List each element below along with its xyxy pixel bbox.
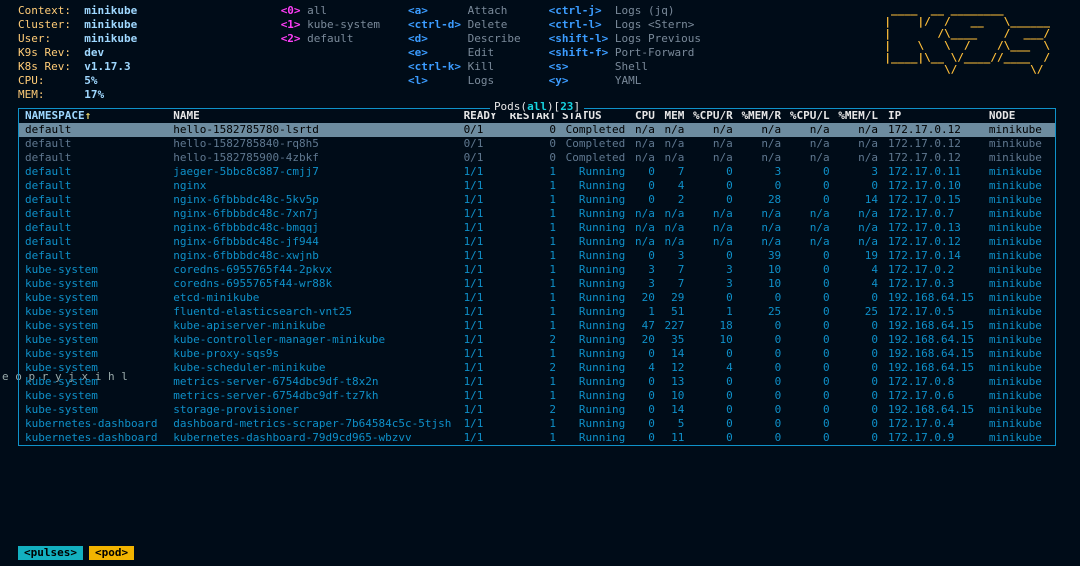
shortcut-key[interactable]: <0> xyxy=(281,4,301,17)
shortcut-desc: Kill xyxy=(461,60,494,73)
table-row[interactable]: defaultnginx-6fbbbdc48c-5kv5p1/11Running… xyxy=(19,193,1055,207)
table-row[interactable]: defaultnginx-6fbbbdc48c-bmqqj1/11Running… xyxy=(19,221,1055,235)
table-row[interactable]: kubernetes-dashboardkubernetes-dashboard… xyxy=(19,431,1055,445)
shortcut-key[interactable]: <shift-f> xyxy=(549,46,609,59)
cluster-value: minikube xyxy=(84,18,137,31)
table-row[interactable]: defaultjaeger-5bbc8c887-cmjj71/11Running… xyxy=(19,165,1055,179)
shortcut-desc: Describe xyxy=(461,32,521,45)
shortcut-desc: Logs <Stern> xyxy=(608,18,694,31)
k9s-terminal: e o p r y j x i h l Context: minikube Cl… xyxy=(0,0,1080,566)
shortcut-desc: YAML xyxy=(608,74,641,87)
k9srev-label: K9s Rev: xyxy=(18,46,71,59)
table-row[interactable]: defaulthello-1582785840-rq8h50/10Complet… xyxy=(19,137,1055,151)
shortcut-key[interactable]: <2> xyxy=(281,32,301,45)
shortcut-key[interactable]: <a> xyxy=(408,4,461,17)
shortcut-key[interactable]: <1> xyxy=(281,18,301,31)
k8srev-value: v1.17.3 xyxy=(84,60,130,73)
context-value: minikube xyxy=(84,4,137,17)
table-row[interactable]: kube-systemmetrics-server-6754dbc9df-t8x… xyxy=(19,375,1055,389)
k9srev-value: dev xyxy=(84,46,104,59)
table-row[interactable]: kube-systemetcd-minikube1/11Running20290… xyxy=(19,291,1055,305)
shortcut-key[interactable]: <e> xyxy=(408,46,461,59)
user-value: minikube xyxy=(84,32,137,45)
pods-table[interactable]: NAMESPACE↑NAMEREADYRESTARTSTATUSCPUMEM%C… xyxy=(19,109,1055,445)
user-label: User: xyxy=(18,32,51,45)
cluster-info: Context: minikube Cluster: minikube User… xyxy=(0,4,137,102)
cpu-label: CPU: xyxy=(18,74,45,87)
table-row[interactable]: defaultnginx-6fbbbdc48c-xwjnb1/11Running… xyxy=(19,249,1055,263)
cluster-label: Cluster: xyxy=(18,18,71,31)
shortcut-desc: Port-Forward xyxy=(608,46,694,59)
shortcut-key[interactable]: <ctrl-k> xyxy=(408,60,461,73)
table-row[interactable]: kube-systemkube-proxy-sqs9s1/11Running01… xyxy=(19,347,1055,361)
shortcut-desc: Logs Previous xyxy=(608,32,701,45)
shortcut-desc: all xyxy=(301,4,328,17)
table-row[interactable]: defaulthello-1582785900-4zbkf0/10Complet… xyxy=(19,151,1055,165)
k8srev-label: K8s Rev: xyxy=(18,60,71,73)
k9s-logo: ____ __ ________ | |/ / __ \______ | /\_… xyxy=(884,4,1074,76)
breadcrumb-item[interactable]: <pod> xyxy=(89,546,134,560)
shortcut-key[interactable]: <s> xyxy=(549,60,609,73)
keyboard-shortcuts: <0> all<1> kube-system<2> default <a> Att… xyxy=(281,4,701,88)
table-row[interactable]: kube-systemcoredns-6955765f44-2pkvx1/11R… xyxy=(19,263,1055,277)
shortcut-desc: Delete xyxy=(461,18,507,31)
table-row[interactable]: kube-systemmetrics-server-6754dbc9df-tz7… xyxy=(19,389,1055,403)
table-row[interactable]: defaultnginx1/11Running040000172.17.0.10… xyxy=(19,179,1055,193)
context-label: Context: xyxy=(18,4,71,17)
shortcut-key[interactable]: <ctrl-d> xyxy=(408,18,461,31)
shortcut-key[interactable]: <ctrl-l> xyxy=(549,18,609,31)
breadcrumb: <pulses> <pod> xyxy=(18,546,140,560)
table-row[interactable]: kube-systemstorage-provisioner1/12Runnin… xyxy=(19,403,1055,417)
table-row[interactable]: defaulthello-1582785780-lsrtd0/10Complet… xyxy=(19,123,1055,137)
table-row[interactable]: kube-systemkube-scheduler-minikube1/12Ru… xyxy=(19,361,1055,375)
shortcut-desc: default xyxy=(301,32,354,45)
shortcut-desc: Logs xyxy=(461,74,494,87)
shortcut-key[interactable]: <shift-l> xyxy=(549,32,609,45)
shortcut-desc: Logs (jq) xyxy=(608,4,674,17)
shortcut-key[interactable]: <ctrl-j> xyxy=(549,4,609,17)
breadcrumb-item[interactable]: <pulses> xyxy=(18,546,83,560)
shortcut-desc: Attach xyxy=(461,4,507,17)
shortcut-key[interactable]: <y> xyxy=(549,74,609,87)
table-row[interactable]: kube-systemkube-apiserver-minikube1/11Ru… xyxy=(19,319,1055,333)
table-row[interactable]: kubernetes-dashboarddashboard-metrics-sc… xyxy=(19,417,1055,431)
shortcut-key[interactable]: <d> xyxy=(408,32,461,45)
shortcut-desc: kube-system xyxy=(301,18,380,31)
pods-panel: Pods(all)[23] NAMESPACE↑NAMEREADYRESTART… xyxy=(18,108,1056,446)
pods-panel-title: Pods(all)[23] xyxy=(19,100,1055,114)
table-row[interactable]: kube-systemfluentd-elasticsearch-vnt251/… xyxy=(19,305,1055,319)
table-row[interactable]: defaultnginx-6fbbbdc48c-jf9441/11Running… xyxy=(19,235,1055,249)
cpu-value: 5% xyxy=(84,74,97,87)
table-row[interactable]: defaultnginx-6fbbbdc48c-7xn7j1/11Running… xyxy=(19,207,1055,221)
shortcut-key[interactable]: <l> xyxy=(408,74,461,87)
table-row[interactable]: kube-systemcoredns-6955765f44-wr88k1/11R… xyxy=(19,277,1055,291)
shortcut-desc: Shell xyxy=(608,60,648,73)
shortcut-desc: Edit xyxy=(461,46,494,59)
table-row[interactable]: kube-systemkube-controller-manager-minik… xyxy=(19,333,1055,347)
header: Context: minikube Cluster: minikube User… xyxy=(0,4,1074,102)
